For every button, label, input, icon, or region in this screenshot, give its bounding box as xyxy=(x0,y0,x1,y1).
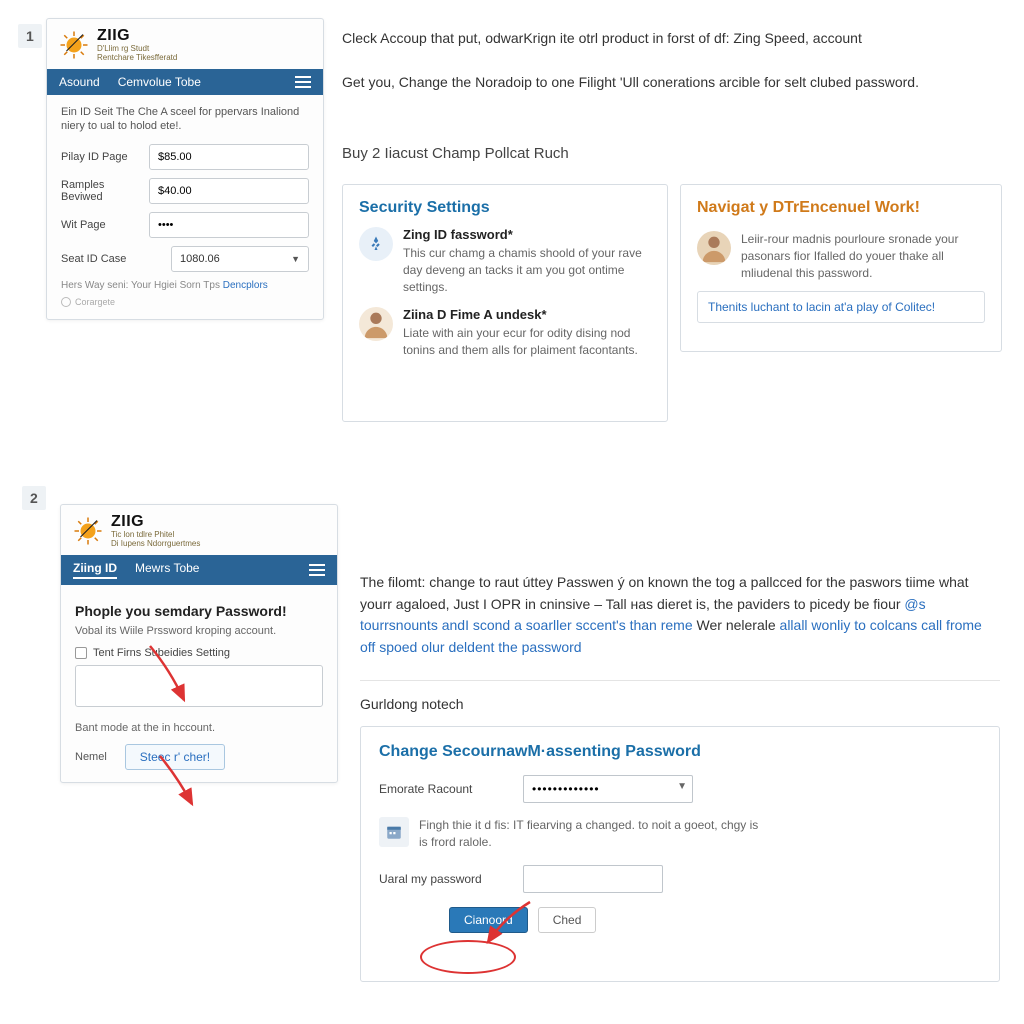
rocket-icon xyxy=(359,227,393,261)
account-note: Bant mode at the in hccount. xyxy=(75,722,323,734)
row2-input[interactable] xyxy=(149,212,309,238)
nav-card: Navigat y DTrEncenuel Work! Leiir-rour m… xyxy=(680,184,1002,352)
info-row: Fingh thie it d fis: IT fiearving a chan… xyxy=(379,817,981,851)
form-row-0: Pilay ID Page xyxy=(61,144,309,170)
brand2-sub2: Di Iupens Ndorrguertmes xyxy=(111,540,200,549)
footer-text: Hers Way seni: Your Hgiei Sorn Tps xyxy=(61,280,220,291)
notes-textarea[interactable] xyxy=(75,665,323,707)
row0-input[interactable] xyxy=(149,144,309,170)
chevron-down-icon-2[interactable]: ▼ xyxy=(677,781,687,792)
pw-row2-label: Uaral my password xyxy=(379,872,509,886)
pw-current-input[interactable] xyxy=(523,775,693,803)
checkbox-icon[interactable] xyxy=(75,647,87,659)
step2-instruction: The filomt: change to raut úttey Passwen… xyxy=(360,572,1000,659)
brand2-name: ZIIG xyxy=(111,513,200,531)
navcard-title: Navigat y DTrEncenuel Work! xyxy=(697,199,985,217)
nav2-tab-left[interactable]: Ziing ID xyxy=(73,561,117,579)
row3-value: 1080.06 xyxy=(180,253,220,265)
panel2-header: ZIIG Tic lon tdlre Phitel Di Iupens Ndor… xyxy=(61,505,337,555)
nav-bar-2: Ziing ID Mewrs Tobe xyxy=(61,555,337,585)
buy-heading: Buy 2 Iiacust Champ Pollcat Ruch xyxy=(342,142,1002,175)
row0-label: Pilay ID Page xyxy=(61,151,149,163)
row1-input[interactable] xyxy=(149,178,309,204)
form-row-1: Ramples Beviwed xyxy=(61,178,309,204)
avatar-icon xyxy=(359,307,393,341)
form-row-2: Wit Page xyxy=(61,212,309,238)
brand-sub2: Rentchare Tikesfferatd xyxy=(97,54,177,63)
security-item-1[interactable]: Zing ID fassword* This cur chamg a chami… xyxy=(359,227,651,295)
brand-text: ZIIG D'Llim rg Studt Rentchare Tikesffer… xyxy=(97,27,177,63)
security-item-2[interactable]: Ziina D Fime A undesk* Liate with ain yo… xyxy=(359,307,651,359)
tiny-label: Corargete xyxy=(75,297,115,307)
sun-logo-icon xyxy=(59,30,89,60)
chevron-down-icon: ▼ xyxy=(291,254,300,264)
nav2-tab-right[interactable]: Mewrs Tobe xyxy=(135,561,199,579)
pw-row-1: Emorate Racount ▼ xyxy=(379,775,981,803)
security-card: Security Settings Zing ID fassword* This… xyxy=(342,184,668,422)
sec2-title: Ziina D Fime A undesk* xyxy=(403,307,651,322)
steec-button[interactable]: Steec r' cher! xyxy=(125,744,225,770)
sec1-desc: This cur chamg a chamis shoold of your r… xyxy=(403,245,651,295)
password-card: Change SecournawM·assenting Password Emo… xyxy=(360,726,1000,982)
footer-link[interactable]: Dencplors xyxy=(223,280,268,291)
hamburger-icon-2[interactable] xyxy=(309,564,325,576)
pw-row-2: Uaral my password xyxy=(379,865,981,893)
row3-select[interactable]: 1080.06 ▼ xyxy=(171,246,309,272)
brand2-text: ZIIG Tic lon tdlre Phitel Di Iupens Ndor… xyxy=(111,513,200,549)
buy-head-text: Buy 2 Iiacust Champ Pollcat Ruch xyxy=(342,142,1002,165)
step2-text2: Wer nelerale xyxy=(697,617,780,633)
sec1-title: Zing ID fassword* xyxy=(403,227,651,242)
step2-text: The filomt: change to raut úttey Passwen… xyxy=(360,574,969,612)
calendar-icon xyxy=(379,817,409,847)
panel-header: ZIIG D'Llim rg Studt Rentchare Tikesffer… xyxy=(47,19,323,69)
row2-label: Wit Page xyxy=(61,219,149,231)
divider xyxy=(360,680,1000,681)
navcard-desc: Leiir-rour madnis pourloure sronade your… xyxy=(741,231,985,281)
brand-name: ZIIG xyxy=(97,27,177,45)
sun-logo-icon-2 xyxy=(73,516,103,546)
tiny-footer: Corargete xyxy=(61,297,309,307)
footer-note: Hers Way seni: Your Hgiei Sorn Tps Dencp… xyxy=(61,280,309,291)
pw-row1-label: Emorate Racount xyxy=(379,782,509,796)
checkbox-label: Tent Firns Subeidies Setting xyxy=(93,647,230,659)
form-row-3: Seat ID Case 1080.06 ▼ xyxy=(61,246,309,272)
step1-instruction2: Get you, Change the Noradoip to one Fili… xyxy=(342,72,1002,94)
pw-new-input[interactable] xyxy=(523,865,663,893)
row3-label: Seat ID Case xyxy=(61,253,171,265)
navcard-box[interactable]: Thenits luchant to lacin at'a play of Co… xyxy=(697,291,985,323)
gurl-heading: Gurldong notech xyxy=(360,694,464,716)
step-1-badge: 1 xyxy=(18,24,42,48)
confirm-button[interactable]: Cianoord xyxy=(449,907,528,933)
step-2-badge: 2 xyxy=(22,486,46,510)
panel-body: Ein ID Seit The Che A sceel for ppervars… xyxy=(47,95,323,320)
info-text: Fingh thie it d fis: IT fiearving a chan… xyxy=(419,817,759,851)
password-section-title: Phople you semdary Password! xyxy=(75,603,323,619)
ched-button[interactable]: Ched xyxy=(538,907,597,933)
nav-tab-right[interactable]: Cemvolue Tobe xyxy=(118,75,201,89)
nav-tab-account[interactable]: Asound xyxy=(59,75,100,89)
step1-instruction1: Cleck Accoup that put, odwarKrign ite ot… xyxy=(342,28,1002,50)
checkbox-row[interactable]: Tent Firns Subeidies Setting xyxy=(75,647,323,659)
intro-text: Ein ID Seit The Che A sceel for ppervars… xyxy=(61,105,309,135)
step2-panel: ZIIG Tic lon tdlre Phitel Di Iupens Ndor… xyxy=(60,504,338,783)
step1-panel: ZIIG D'Llim rg Studt Rentchare Tikesffer… xyxy=(46,18,324,320)
password-sub: Vobal its Wiile Prssword kroping account… xyxy=(75,625,323,637)
row1-label: Ramples Beviwed xyxy=(61,179,149,203)
nemel-label: Nemel xyxy=(75,751,107,763)
nav-bar: Asound Cemvolue Tobe xyxy=(47,69,323,95)
sec2-desc: Liate with ain your ecur for odity disin… xyxy=(403,325,651,359)
security-title: Security Settings xyxy=(359,199,651,217)
navcard-avatar-icon xyxy=(697,231,731,265)
circle-icon xyxy=(61,297,71,307)
pw-card-title: Change SecournawM·assenting Password xyxy=(379,743,981,761)
panel2-body: Phople you semdary Password! Vobal its W… xyxy=(61,585,337,782)
hamburger-icon[interactable] xyxy=(295,76,311,88)
